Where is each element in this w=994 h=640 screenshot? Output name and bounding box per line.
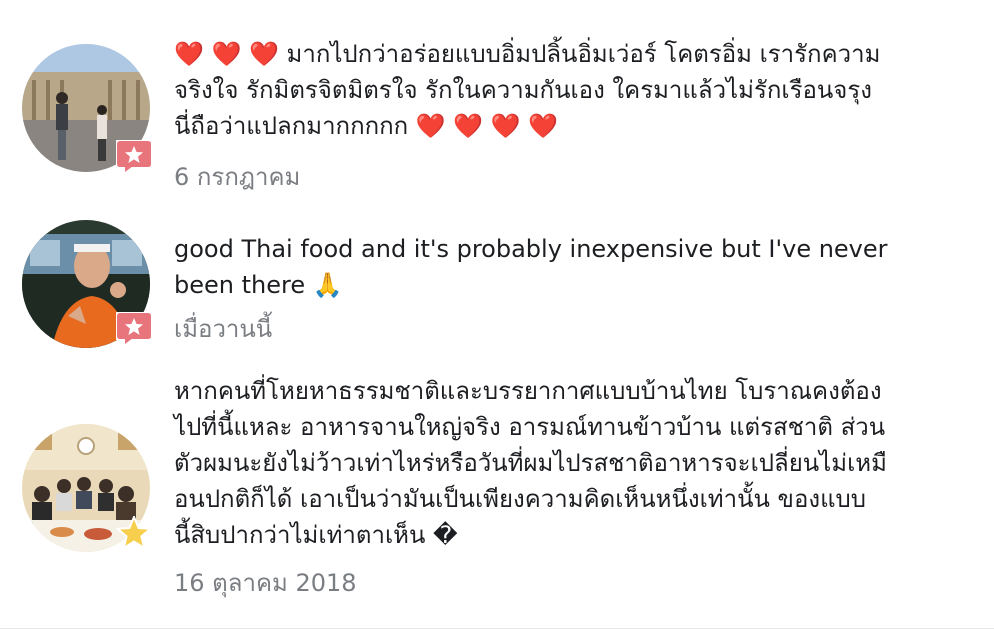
review-text: ❤️ ❤️ ❤️ มากไปกว่าอร่อยแบบอิ่มปลิ้นอิ่มเ… — [174, 40, 881, 140]
yellow-star-badge — [116, 516, 152, 550]
recommend-star-badge — [116, 140, 152, 174]
star-icon — [116, 312, 152, 346]
review-text: good Thai food and it's probably inexpen… — [174, 235, 888, 299]
divider — [0, 628, 994, 629]
star-icon — [116, 516, 152, 550]
recommend-star-badge — [116, 312, 152, 346]
review-date[interactable]: 16 ตุลาคม 2018 — [174, 568, 357, 598]
reviewer-avatar-wrapper[interactable] — [22, 424, 152, 552]
star-icon — [116, 140, 152, 174]
reviewer-avatar-wrapper[interactable] — [22, 44, 152, 174]
reviewer-avatar-wrapper[interactable] — [22, 220, 152, 348]
review-date[interactable]: 6 กรกฎาคม — [174, 162, 300, 192]
review-text: หากคนที่โหยหาธรรมชาติและบรรยากาศแบบบ้านไ… — [174, 377, 887, 549]
review-date[interactable]: เมื่อวานนี้ — [174, 314, 272, 344]
